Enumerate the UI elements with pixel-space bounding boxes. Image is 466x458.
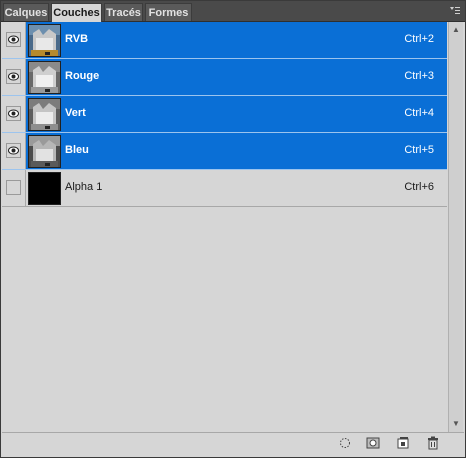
- save-selection-as-channel-icon[interactable]: [366, 436, 380, 450]
- channel-thumbnail: [28, 24, 61, 57]
- channel-thumbnail: [28, 135, 61, 168]
- eye-icon[interactable]: [6, 106, 21, 121]
- channel-row-rvb[interactable]: RVB Ctrl+2: [2, 22, 447, 59]
- panel-footer-toolbar: [2, 432, 464, 453]
- channel-list: RVB Ctrl+2 Rouge Ctrl+3 Vert Ctrl+4 Bleu…: [2, 22, 447, 432]
- channel-name: Alpha 1: [65, 181, 103, 193]
- load-channel-as-selection-icon[interactable]: [338, 436, 352, 450]
- tab-couches[interactable]: Couches: [51, 3, 102, 22]
- channel-name: RVB: [65, 33, 89, 45]
- tab-formes[interactable]: Formes: [145, 3, 192, 21]
- visibility-cell[interactable]: [2, 96, 26, 132]
- eye-icon[interactable]: [6, 32, 21, 47]
- tab-calques[interactable]: Calques: [3, 3, 49, 21]
- channel-shortcut: Ctrl+5: [404, 144, 434, 156]
- visibility-cell[interactable]: [2, 133, 26, 169]
- channel-thumbnail: [28, 98, 61, 131]
- channel-shortcut: Ctrl+3: [404, 70, 434, 82]
- channel-name: Bleu: [65, 144, 89, 156]
- channels-panel: Calques Couches Tracés Formes RVB Ctrl+2…: [0, 0, 466, 458]
- scroll-up-arrow-icon[interactable]: ▲: [449, 24, 463, 36]
- visibility-toggle-empty[interactable]: [6, 180, 21, 195]
- vertical-scrollbar[interactable]: ▲ ▼: [448, 22, 463, 432]
- channel-row-bleu[interactable]: Bleu Ctrl+5: [2, 133, 447, 170]
- channel-thumbnail: [28, 172, 61, 205]
- visibility-cell[interactable]: [2, 59, 26, 95]
- new-channel-icon[interactable]: [396, 436, 410, 450]
- tab-traces[interactable]: Tracés: [104, 3, 143, 21]
- channel-shortcut: Ctrl+2: [404, 33, 434, 45]
- panel-tab-bar: Calques Couches Tracés Formes: [1, 1, 465, 22]
- channel-thumbnail: [28, 61, 61, 94]
- channel-name: Vert: [65, 107, 86, 119]
- channel-row-alpha-1[interactable]: Alpha 1 Ctrl+6: [2, 170, 447, 207]
- visibility-cell[interactable]: [2, 22, 26, 58]
- channel-shortcut: Ctrl+4: [404, 107, 434, 119]
- eye-icon[interactable]: [6, 143, 21, 158]
- channel-row-vert[interactable]: Vert Ctrl+4: [2, 96, 447, 133]
- channel-name: Rouge: [65, 70, 100, 82]
- scroll-down-arrow-icon[interactable]: ▼: [449, 418, 463, 430]
- channel-shortcut: Ctrl+6: [404, 181, 434, 193]
- panel-menu-icon[interactable]: [449, 5, 461, 17]
- eye-icon[interactable]: [6, 69, 21, 84]
- visibility-cell[interactable]: [2, 170, 26, 206]
- channel-row-rouge[interactable]: Rouge Ctrl+3: [2, 59, 447, 96]
- delete-channel-icon[interactable]: [426, 436, 440, 450]
